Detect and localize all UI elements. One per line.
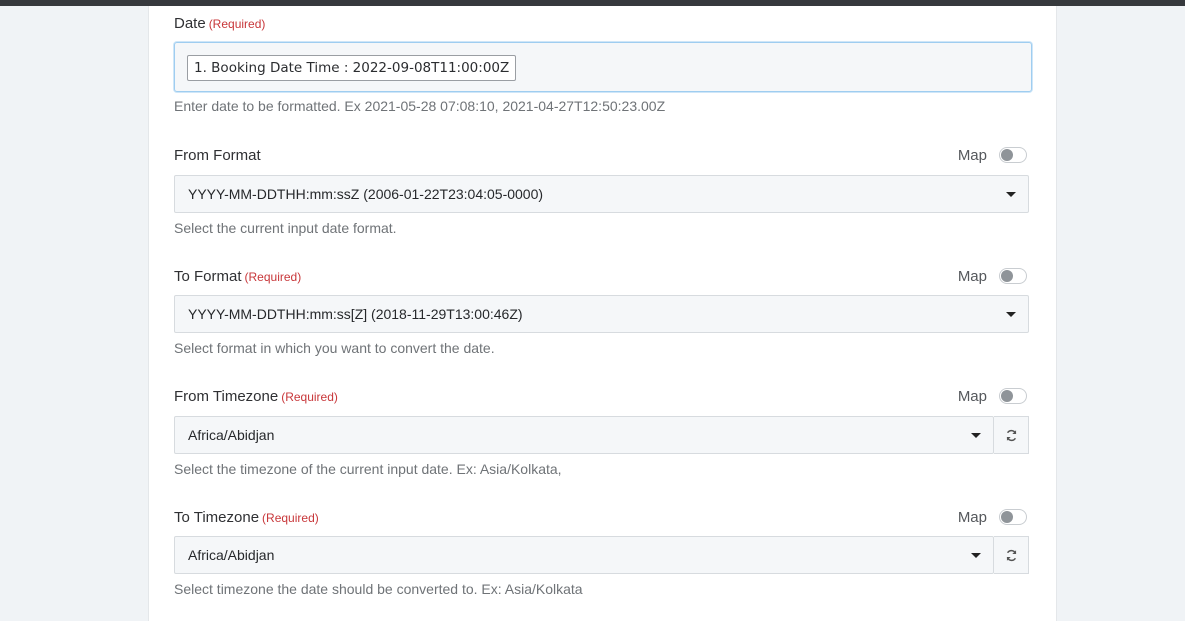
date-label: Date (Required) — [174, 14, 266, 32]
to-timezone-label: To Timezone (Required) — [174, 508, 319, 526]
from-timezone-label: From Timezone (Required) — [174, 387, 338, 405]
from-format-help-text: Select the current input date format. — [174, 220, 397, 236]
from-timezone-select[interactable]: Africa/Abidjan — [174, 416, 994, 454]
from-timezone-map-toggle-group: Map — [958, 388, 1027, 405]
from-timezone-refresh-button[interactable] — [994, 416, 1029, 454]
required-tag: (Required) — [208, 16, 266, 31]
from-timezone-help-text: Select the timezone of the current input… — [174, 461, 562, 477]
toggle-knob — [1001, 390, 1013, 402]
to-format-select[interactable]: YYYY-MM-DDTHH:mm:ss[Z] (2018-11-29T13:00… — [174, 295, 1029, 333]
to-timezone-map-toggle-group: Map — [958, 509, 1027, 526]
to-timezone-refresh-button[interactable] — [994, 536, 1029, 574]
to-timezone-help-text: Select timezone the date should be conve… — [174, 581, 583, 597]
map-label: Map — [957, 267, 987, 285]
to-format-map-toggle[interactable] — [999, 268, 1027, 284]
from-format-map-toggle-group: Map — [958, 147, 1027, 164]
to-timezone-map-toggle[interactable] — [999, 509, 1027, 525]
toggle-knob — [1001, 149, 1013, 161]
to-format-field: To Format (Required) Map YYYY-MM-DDTHH:m… — [174, 266, 1029, 356]
caret-down-icon — [1006, 312, 1016, 317]
date-input[interactable]: 1. Booking Date Time : 2022-09-08T11:00:… — [174, 42, 1032, 92]
mapped-value-chip[interactable]: 1. Booking Date Time : 2022-09-08T11:00:… — [187, 55, 517, 81]
from-format-field: From Format Map YYYY-MM-DDTHH:mm:ssZ (20… — [174, 145, 1029, 236]
map-label: Map — [957, 508, 987, 526]
caret-down-icon — [971, 553, 981, 558]
toggle-knob — [1001, 511, 1013, 523]
from-format-select[interactable]: YYYY-MM-DDTHH:mm:ssZ (2006-01-22T23:04:0… — [174, 175, 1029, 213]
date-field: Date (Required) — [174, 13, 1029, 33]
to-timezone-select[interactable]: Africa/Abidjan — [174, 536, 994, 574]
caret-down-icon — [971, 433, 981, 438]
required-tag: (Required) — [262, 510, 319, 525]
required-tag: (Required) — [281, 389, 338, 404]
to-format-label: To Format (Required) — [174, 267, 302, 285]
from-timezone-map-toggle[interactable] — [999, 388, 1027, 404]
from-timezone-field: From Timezone (Required) Map Africa/Abid… — [174, 386, 1029, 477]
refresh-icon — [1006, 549, 1016, 561]
to-timezone-field: To Timezone (Required) Map Africa/Abidja… — [174, 507, 1029, 597]
map-label: Map — [957, 387, 987, 405]
toggle-knob — [1001, 270, 1013, 282]
map-label: Map — [957, 146, 987, 164]
refresh-icon — [1006, 429, 1016, 441]
to-format-help-text: Select format in which you want to conve… — [174, 340, 495, 356]
from-format-map-toggle[interactable] — [999, 147, 1027, 163]
required-tag: (Required) — [244, 269, 302, 284]
to-format-map-toggle-group: Map — [958, 268, 1027, 285]
date-help-text: Enter date to be formatted. Ex 2021-05-2… — [174, 98, 666, 114]
caret-down-icon — [1006, 192, 1016, 197]
from-format-label: From Format — [174, 146, 261, 164]
